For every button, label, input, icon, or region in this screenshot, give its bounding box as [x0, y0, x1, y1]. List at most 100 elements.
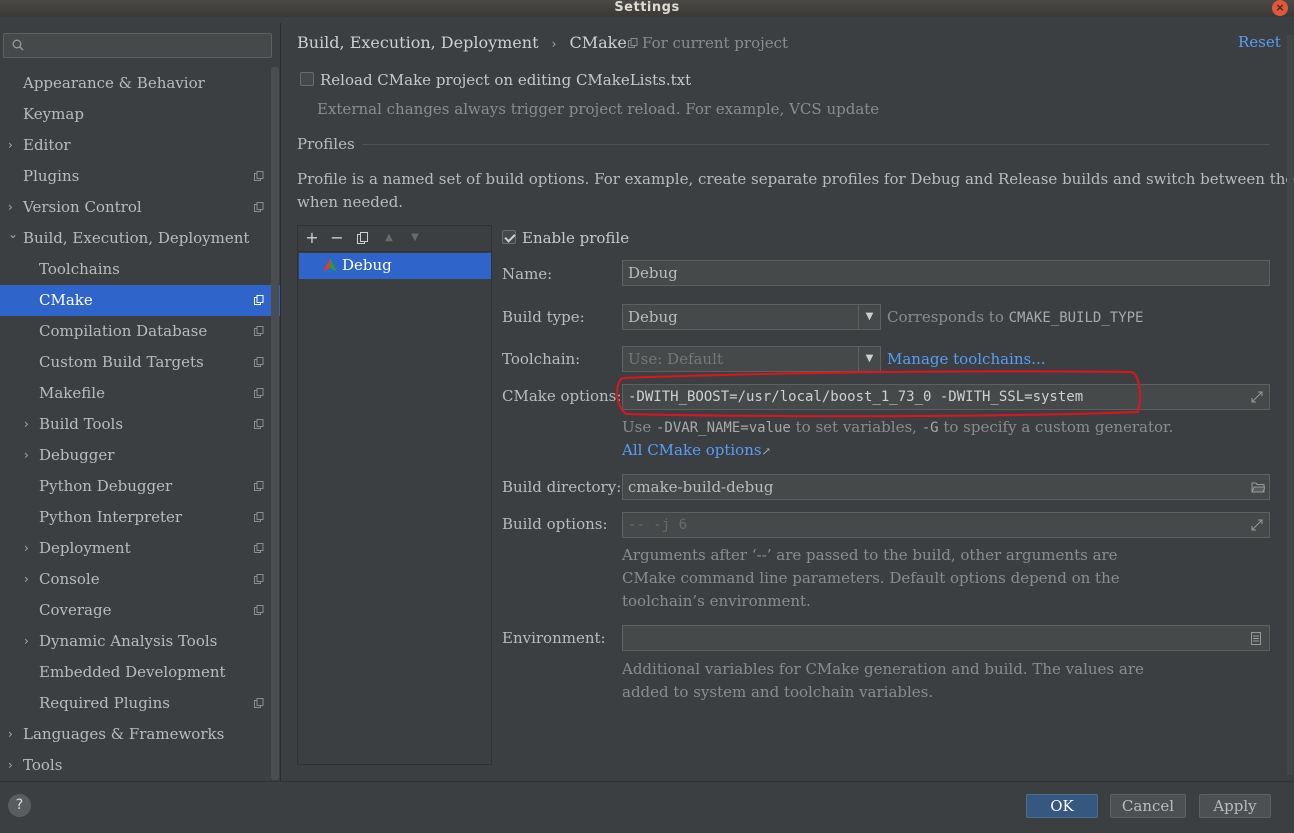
profile-name: Debug: [342, 256, 392, 274]
build-directory-value: cmake-build-debug: [628, 478, 774, 496]
project-scope-icon: [254, 419, 264, 429]
reset-link[interactable]: Reset: [1238, 33, 1281, 51]
breadcrumb: Build, Execution, Deployment › CMake: [297, 33, 627, 52]
chevron-down-icon[interactable]: ⌄: [8, 219, 20, 250]
project-scope-icon: [254, 357, 264, 367]
project-scope-icon: [254, 295, 264, 305]
add-profile-button[interactable]: +: [302, 228, 322, 248]
sidebar-item[interactable]: Required Plugins: [0, 688, 272, 719]
sidebar-item-label: Dynamic Analysis Tools: [39, 632, 218, 650]
cancel-button[interactable]: Cancel: [1110, 794, 1186, 818]
sidebar-item-label: Build, Execution, Deployment: [23, 229, 250, 247]
sidebar-item[interactable]: ⌄ Build, Execution, Deployment: [0, 223, 272, 254]
sidebar-item-label: Required Plugins: [39, 694, 170, 712]
project-scope-icon: [628, 38, 638, 48]
profiles-description: Profile is a named set of build options.…: [297, 170, 1294, 188]
build-options-placeholder: -- -j 6: [628, 517, 688, 533]
environment-input[interactable]: [622, 625, 1270, 651]
sidebar-item[interactable]: Python Debugger: [0, 471, 272, 502]
copy-profile-button[interactable]: [353, 228, 373, 248]
environment-hint: Additional variables for CMake generatio…: [622, 660, 1144, 678]
project-scope-icon: [254, 326, 264, 336]
folder-icon[interactable]: [1251, 481, 1265, 493]
sidebar-item-label: Plugins: [23, 167, 80, 185]
sidebar-item[interactable]: Compilation Database: [0, 316, 272, 347]
move-up-button[interactable]: ▲: [379, 228, 399, 248]
breadcrumb-separator-icon: ›: [551, 37, 557, 51]
settings-sidebar: Appearance & Behavior Keymap › Editor Plugin…: [0, 23, 281, 781]
project-scope-icon: [254, 605, 264, 615]
sidebar-item[interactable]: › Deployment: [0, 533, 272, 564]
sidebar-item[interactable]: › Tools: [0, 750, 272, 781]
remove-profile-button[interactable]: −: [327, 228, 347, 248]
window-title: Settings: [614, 0, 680, 15]
build-directory-input[interactable]: cmake-build-debug: [622, 474, 1270, 500]
sidebar-item-label: Deployment: [39, 539, 131, 557]
hint-text: Use: [622, 418, 652, 436]
profile-list-item[interactable]: Debug: [299, 253, 491, 279]
sidebar-item[interactable]: Toolchains: [0, 254, 272, 285]
chevron-right-icon[interactable]: ›: [24, 533, 36, 564]
sidebar-item-label: Build Tools: [39, 415, 124, 433]
sidebar-item[interactable]: Coverage: [0, 595, 272, 626]
project-scope-icon: [254, 574, 264, 584]
profile-name-input[interactable]: Debug: [622, 260, 1270, 286]
profiles-section-title: Profiles: [297, 135, 355, 153]
chevron-right-icon[interactable]: ›: [24, 409, 36, 440]
sidebar-item[interactable]: › Languages & Frameworks: [0, 719, 272, 750]
sidebar-item[interactable]: Appearance & Behavior: [0, 68, 272, 99]
enable-profile-checkbox[interactable]: [502, 230, 516, 244]
sidebar-item[interactable]: › Editor: [0, 130, 272, 161]
environment-hint: added to system and toolchain variables.: [622, 683, 934, 701]
sidebar-item[interactable]: › Console: [0, 564, 272, 595]
sidebar-item[interactable]: Plugins: [0, 161, 272, 192]
ok-button[interactable]: OK: [1026, 794, 1098, 818]
hint-text: to set variables,: [795, 418, 917, 436]
sidebar-item-label: Version Control: [23, 198, 142, 216]
sidebar-item[interactable]: Keymap: [0, 99, 272, 130]
sidebar-item[interactable]: › Version Control: [0, 192, 272, 223]
sidebar-item[interactable]: CMake: [0, 285, 280, 316]
for-current-project-note: For current project: [628, 34, 788, 52]
sidebar-item[interactable]: › Dynamic Analysis Tools: [0, 626, 272, 657]
help-button[interactable]: ?: [8, 794, 31, 817]
enable-profile-label: Enable profile: [522, 229, 630, 247]
cmake-icon: [323, 258, 337, 272]
breadcrumb-item: Build, Execution, Deployment: [297, 33, 539, 52]
chevron-right-icon[interactable]: ›: [8, 130, 20, 161]
chevron-right-icon[interactable]: ›: [24, 564, 36, 595]
move-down-button[interactable]: ▼: [405, 228, 425, 248]
search-icon: [12, 39, 24, 51]
chevron-right-icon[interactable]: ›: [8, 750, 20, 781]
apply-button[interactable]: Apply: [1199, 794, 1271, 818]
sidebar-item-label: Editor: [23, 136, 71, 154]
project-scope-icon: [254, 171, 264, 181]
settings-search-input[interactable]: [3, 33, 272, 58]
chevron-right-icon[interactable]: ›: [24, 440, 36, 471]
build-type-combo[interactable]: Debug ▼: [622, 304, 881, 330]
sidebar-item[interactable]: › Build Tools: [0, 409, 272, 440]
project-scope-icon: [254, 698, 264, 708]
sidebar-item[interactable]: Makefile: [0, 378, 272, 409]
sidebar-scrollbar[interactable]: [271, 67, 279, 780]
expand-icon[interactable]: [1251, 391, 1263, 403]
window-close-button[interactable]: ×: [1272, 0, 1288, 16]
edit-list-icon[interactable]: [1251, 632, 1261, 645]
chevron-right-icon[interactable]: ›: [24, 626, 36, 657]
expand-icon[interactable]: [1251, 519, 1263, 531]
all-cmake-options-link[interactable]: All CMake options↗: [622, 441, 771, 459]
build-options-input[interactable]: -- -j 6: [622, 512, 1270, 538]
build-options-label: Build options:: [502, 515, 608, 533]
sidebar-item-label: Coverage: [39, 601, 112, 619]
splitter[interactable]: [280, 23, 281, 783]
reload-cmake-checkbox[interactable]: [300, 72, 314, 86]
sidebar-item[interactable]: Python Interpreter: [0, 502, 272, 533]
reload-cmake-hint: External changes always trigger project …: [317, 100, 880, 118]
sidebar-item[interactable]: › Debugger: [0, 440, 272, 471]
red-annotation-outline: [616, 370, 1141, 418]
project-scope-icon: [254, 481, 264, 491]
sidebar-item[interactable]: Custom Build Targets: [0, 347, 272, 378]
chevron-right-icon[interactable]: ›: [8, 719, 20, 750]
main-scrollbar[interactable]: [1287, 35, 1293, 775]
sidebar-item[interactable]: Embedded Development: [0, 657, 272, 688]
